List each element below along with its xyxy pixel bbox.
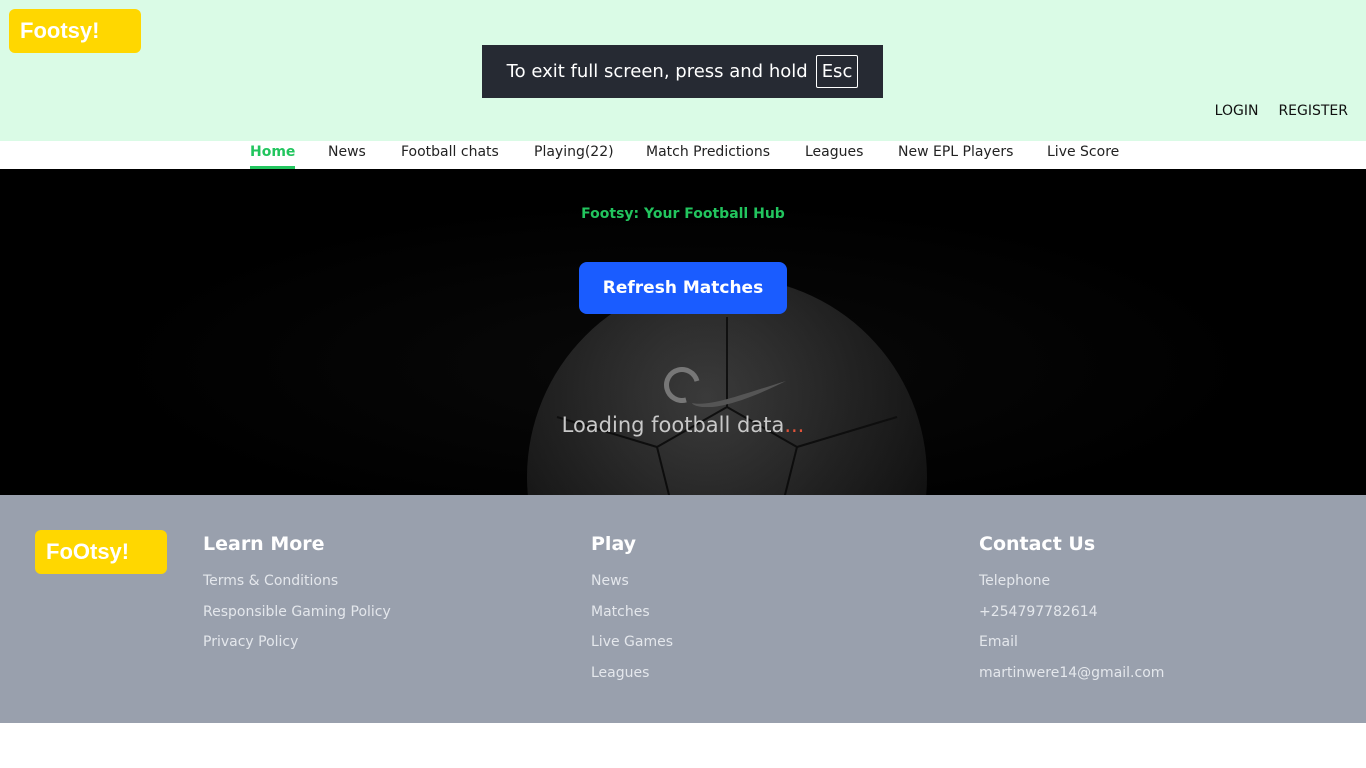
loading-text: Loading football data [561,413,785,437]
footer-link-news[interactable]: News [591,569,673,600]
site-footer: FoOtsy! Learn More Terms & Conditions Re… [0,495,1366,723]
fullscreen-exit-notice: To exit full screen, press and hold Esc [482,45,883,98]
loading-message: Loading football data... [0,413,1366,437]
footer-link-live-games[interactable]: Live Games [591,630,673,661]
fullscreen-notice-text: To exit full screen, press and hold [506,61,808,82]
esc-key-hint: Esc [815,55,859,88]
nav-item-live-score[interactable]: Live Score [1047,144,1119,169]
footer-link-terms[interactable]: Terms & Conditions [203,569,391,600]
footer-logo[interactable]: FoOtsy! [35,530,167,574]
loading-dots: ... [784,413,805,437]
main-nav: Home News Football chats Playing(22) Mat… [0,141,1366,169]
nav-item-new-epl-players[interactable]: New EPL Players [898,144,1013,169]
nav-item-leagues[interactable]: Leagues [805,144,863,169]
footer-learn-more: Learn More Terms & Conditions Responsibl… [203,533,391,661]
footer-contact: Contact Us Telephone +254797782614 Email… [979,533,1164,691]
footer-link-responsible-gaming[interactable]: Responsible Gaming Policy [203,600,391,631]
nav-item-playing[interactable]: Playing(22) [534,144,614,169]
nav-item-home[interactable]: Home [250,144,296,169]
nav-item-news[interactable]: News [328,144,366,169]
register-link[interactable]: REGISTER [1278,103,1348,119]
nav-item-football-chats[interactable]: Football chats [401,144,499,169]
footer-contact-email[interactable]: martinwere14@gmail.com [979,661,1164,692]
hero-section: Footsy: Your Football Hub Refresh Matche… [0,169,1366,495]
nav-item-match-predictions[interactable]: Match Predictions [646,144,770,169]
site-header: Footsy! To exit full screen, press and h… [0,0,1366,141]
login-link[interactable]: LOGIN [1215,103,1259,119]
footer-contact-email-label: Email [979,634,1018,650]
site-logo[interactable]: Footsy! [9,9,141,53]
footer-link-leagues[interactable]: Leagues [591,661,673,692]
footer-link-matches[interactable]: Matches [591,600,673,631]
refresh-matches-button[interactable]: Refresh Matches [579,262,787,314]
hero-tagline: Footsy: Your Football Hub [581,206,785,222]
footer-learn-more-title: Learn More [203,533,325,555]
auth-links: LOGIN REGISTER [1215,103,1348,119]
footer-play-title: Play [591,533,637,555]
swoosh-logo-icon [692,381,786,407]
footer-link-privacy[interactable]: Privacy Policy [203,630,391,661]
footer-play: Play News Matches Live Games Leagues [591,533,673,691]
footer-contact-title: Contact Us [979,533,1096,555]
footer-contact-telephone-label: Telephone [979,573,1051,589]
footer-contact-phone[interactable]: +254797782614 [979,600,1164,631]
